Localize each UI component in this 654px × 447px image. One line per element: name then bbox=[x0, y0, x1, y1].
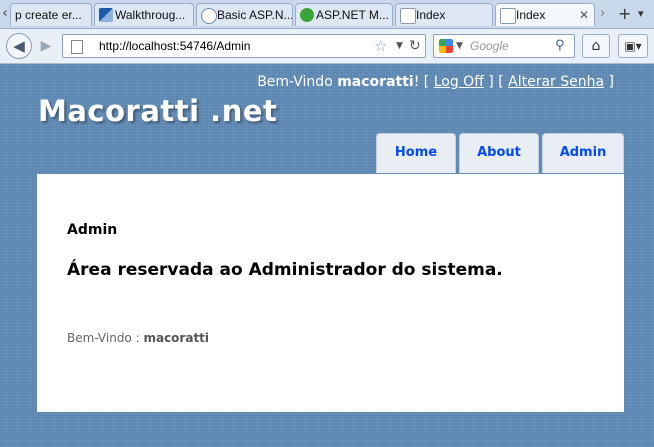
green-circle-icon bbox=[300, 8, 314, 22]
tab-label: ASP.NET M... bbox=[316, 8, 389, 22]
page-icon bbox=[71, 40, 83, 54]
page-heading: Área reservada ao Administrador do siste… bbox=[67, 260, 503, 280]
visual-studio-icon bbox=[99, 8, 113, 22]
menu-item-admin[interactable]: Admin bbox=[542, 133, 624, 173]
url-bar[interactable]: http://localhost:54746/Admin ☆ ▼ ↻ bbox=[62, 34, 426, 58]
reload-icon[interactable]: ↻ bbox=[409, 35, 421, 57]
browser-tab[interactable]: Basic ASP.N... bbox=[196, 3, 293, 26]
web-page: Bem-Vindo macoratti! [ Log Off ] [ Alter… bbox=[0, 64, 654, 447]
bracket: ] bbox=[488, 74, 494, 90]
change-password-link[interactable]: Alterar Senha bbox=[508, 74, 604, 90]
welcome-prefix: Bem-Vindo : bbox=[67, 331, 140, 345]
greeting-text: Bem-Vindo bbox=[257, 74, 333, 90]
browser-tab[interactable]: ASP.NET M... bbox=[295, 3, 393, 26]
forward-arrow-icon[interactable]: ▶ bbox=[36, 37, 56, 55]
welcome-line: Bem-Vindo : macoratti bbox=[67, 331, 209, 345]
chevron-down-icon[interactable]: ▼ bbox=[396, 35, 403, 57]
tab-label: Basic ASP.N... bbox=[217, 8, 293, 22]
tab-label: Walkthroug... bbox=[115, 8, 186, 22]
new-tab-icon[interactable]: + bbox=[618, 2, 631, 26]
tab-label: Index bbox=[416, 8, 446, 22]
back-arrow-icon[interactable]: ◀ bbox=[6, 33, 32, 59]
tab-list-icon[interactable]: ▾ bbox=[638, 2, 644, 26]
menu-item-home[interactable]: Home bbox=[376, 133, 456, 173]
chevron-down-icon[interactable]: ▼ bbox=[456, 35, 463, 57]
bracket: [ bbox=[423, 74, 430, 90]
search-input[interactable]: Google bbox=[470, 35, 509, 57]
close-icon[interactable]: ✕ bbox=[579, 4, 589, 26]
browser-tab-strip: ‹ p create er... Walkthroug... Basic ASP… bbox=[0, 0, 654, 29]
menu-item-about[interactable]: About bbox=[459, 133, 539, 173]
tab-label: p create er... bbox=[15, 8, 82, 22]
tab-scroll-right-icon[interactable]: › bbox=[600, 2, 605, 26]
section-label: Admin bbox=[67, 222, 118, 238]
browser-tab[interactable]: p create er... bbox=[10, 3, 92, 26]
home-icon[interactable]: ⌂ bbox=[582, 34, 610, 58]
login-display: Bem-Vindo macoratti! [ Log Off ] [ Alter… bbox=[257, 74, 614, 90]
page-icon bbox=[500, 8, 516, 24]
browser-navigation-bar: ◀ ▶ http://localhost:54746/Admin ☆ ▼ ↻ ▼… bbox=[0, 29, 654, 64]
bracket: ] bbox=[608, 74, 614, 90]
search-icon[interactable]: ⚲ bbox=[555, 35, 565, 57]
addon-bar-icon[interactable]: ▣▾ bbox=[618, 34, 648, 58]
bookmark-star-icon[interactable]: ☆ bbox=[374, 35, 387, 57]
exclaim-text: ! bbox=[413, 74, 420, 90]
bracket: [ bbox=[498, 74, 504, 90]
browser-tab[interactable]: Walkthroug... bbox=[94, 3, 194, 26]
welcome-username: macoratti bbox=[143, 331, 210, 345]
globe-icon bbox=[201, 8, 217, 24]
browser-tab[interactable]: Index bbox=[395, 3, 493, 26]
username: macoratti bbox=[337, 74, 414, 90]
url-text[interactable]: http://localhost:54746/Admin bbox=[99, 35, 250, 57]
page-icon bbox=[400, 8, 416, 24]
tab-scroll-left-icon[interactable]: ‹ bbox=[0, 2, 10, 26]
tab-label: Index bbox=[516, 8, 546, 22]
search-bar[interactable]: ▼ Google ⚲ bbox=[433, 34, 575, 58]
google-icon[interactable] bbox=[439, 39, 453, 53]
main-content: Admin Área reservada ao Administrador do… bbox=[37, 174, 624, 412]
browser-tab-active[interactable]: Index ✕ bbox=[495, 3, 595, 26]
logoff-link[interactable]: Log Off bbox=[434, 74, 484, 90]
site-title: Macoratti .net bbox=[38, 94, 278, 128]
